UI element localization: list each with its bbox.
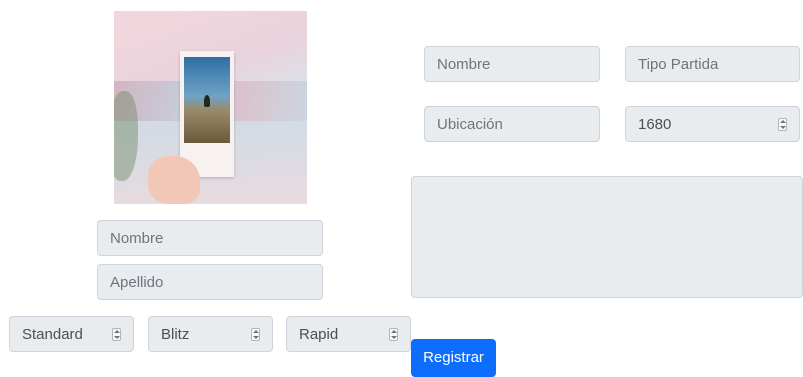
apellido-input[interactable] — [97, 264, 323, 300]
updown-arrows-icon[interactable] — [112, 327, 121, 341]
rating-spinner[interactable]: 1680 — [625, 106, 800, 142]
rating-spinner-value: 1680 — [638, 115, 672, 133]
blitz-spinner[interactable]: Blitz — [148, 316, 273, 352]
rapid-spinner-value: Rapid — [299, 325, 339, 343]
photo-polaroid — [180, 51, 234, 177]
nombre-input[interactable] — [97, 220, 323, 256]
rapid-spinner[interactable]: Rapid — [286, 316, 411, 352]
nombre-partida-input[interactable] — [424, 46, 600, 82]
updown-arrows-icon[interactable] — [778, 117, 787, 131]
photo-hand — [148, 156, 200, 204]
profile-photo — [114, 11, 307, 204]
comments-textarea[interactable] — [411, 176, 803, 298]
standard-spinner-value: Standard — [22, 325, 83, 343]
updown-arrows-icon[interactable] — [251, 327, 260, 341]
registrar-button[interactable]: Registrar — [411, 339, 496, 377]
polaroid-picture — [184, 57, 230, 143]
standard-spinner[interactable]: Standard — [9, 316, 134, 352]
blitz-spinner-value: Blitz — [161, 325, 190, 343]
polaroid-tree — [204, 95, 210, 107]
tipo-partida-input[interactable] — [625, 46, 800, 82]
updown-arrows-icon[interactable] — [389, 327, 398, 341]
ubicacion-input[interactable] — [424, 106, 600, 142]
